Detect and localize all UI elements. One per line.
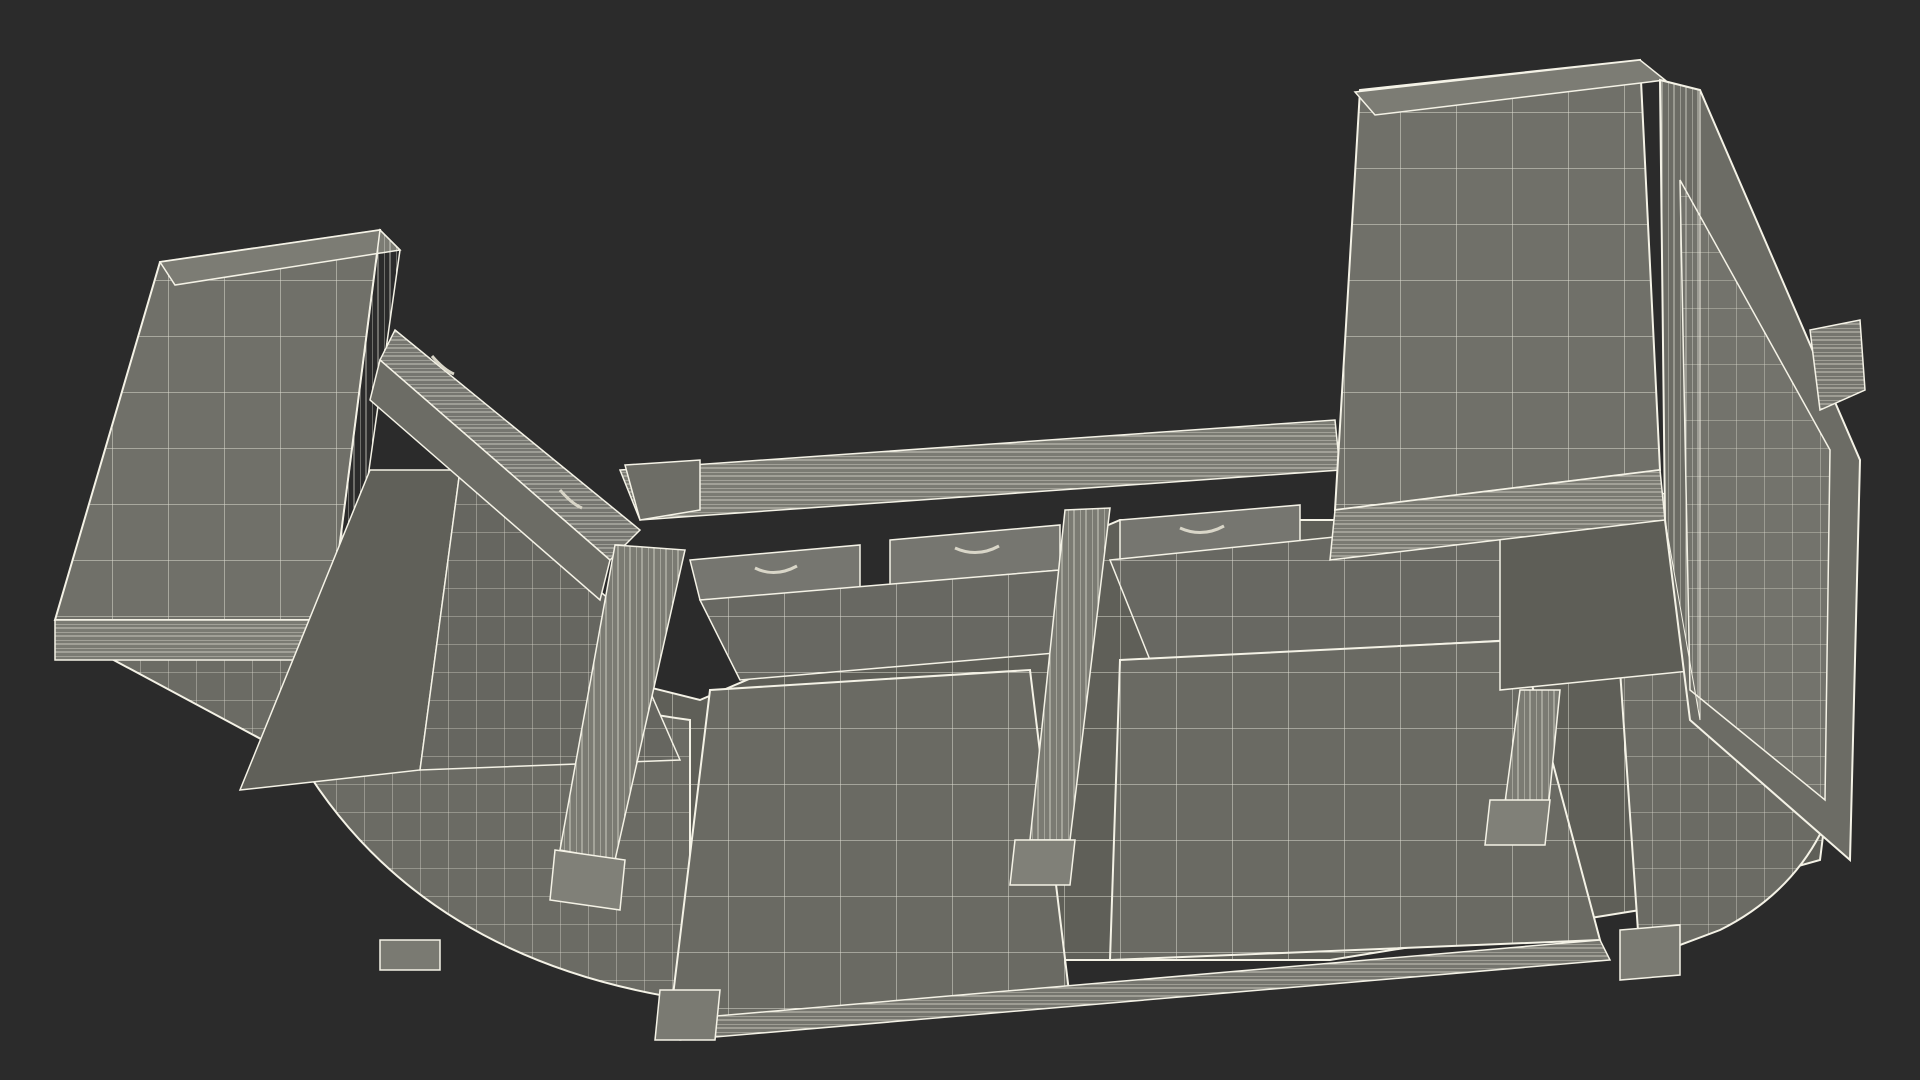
right-back-block bbox=[1809, 319, 1866, 412]
center-top-rail bbox=[618, 419, 1341, 521]
wireframe-model bbox=[53, 58, 1866, 1041]
render-viewport bbox=[0, 0, 1920, 1080]
right-pedestal-top bbox=[1329, 58, 1667, 561]
center-front-panels bbox=[668, 638, 1612, 1041]
